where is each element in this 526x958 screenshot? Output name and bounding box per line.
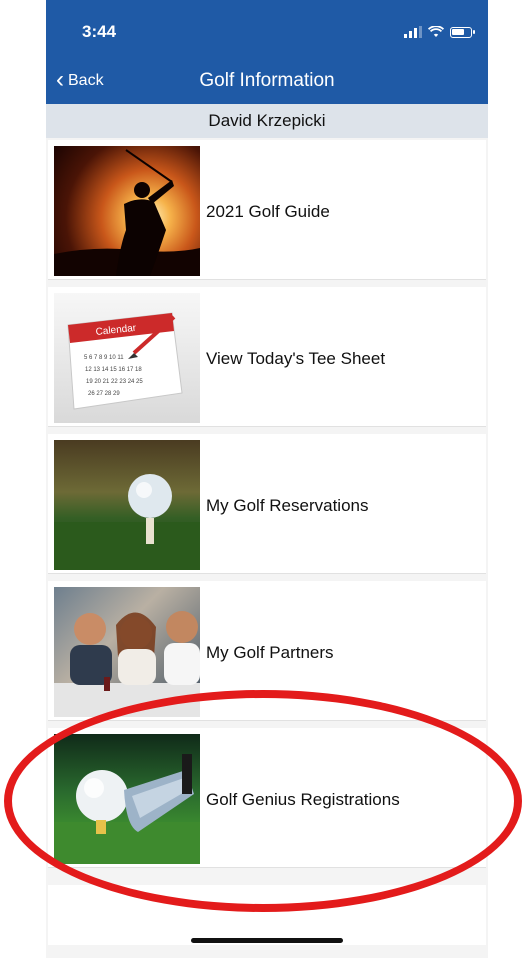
svg-text:12 13 14 15 16 17 18: 12 13 14 15 16 17 18 [85,367,142,373]
menu-item-golf-guide[interactable]: 2021 Golf Guide [48,140,486,280]
menu-item-golf-partners[interactable]: My Golf Partners [48,581,486,721]
svg-text:26 27 28 29: 26 27 28 29 [88,391,120,397]
menu-item-label: My Golf Partners [206,643,334,662]
phone-screen: 3:44 ‹ Back Golf Information David Krzep… [46,0,488,958]
member-name-bar: David Krzepicki [46,104,488,138]
menu-item-label: View Today's Tee Sheet [206,349,386,368]
menu-item-label: 2021 Golf Guide [206,202,330,221]
menu-item-tee-sheet[interactable]: Calendar 5 6 7 8 9 10 11 12 13 14 15 16 … [48,287,486,427]
battery-icon [450,26,475,38]
svg-text:19 20 21 22 23 24 25: 19 20 21 22 23 24 25 [86,379,143,385]
top-bar: 3:44 ‹ Back Golf Information [46,0,488,104]
menu-item-label: Golf Genius Registrations [206,790,400,809]
menu-item-label: My Golf Reservations [206,496,369,515]
golf-club-and-ball-thumbnail [54,734,200,864]
wifi-icon [428,26,444,37]
golfer-silhouette-thumbnail [54,146,200,276]
svg-text:5 6 7 8 9 10 11: 5 6 7 8 9 10 11 [84,355,124,361]
empty-list-area [48,885,486,945]
status-time: 3:44 [82,22,117,41]
friends-at-table-thumbnail [54,587,200,717]
calendar-thumbnail: Calendar 5 6 7 8 9 10 11 12 13 14 15 16 … [54,293,200,423]
menu-item-golf-genius-registrations[interactable]: Golf Genius Registrations [48,728,486,868]
status-icons [404,24,475,40]
golf-ball-on-tee-thumbnail [54,440,200,570]
menu-item-golf-reservations[interactable]: My Golf Reservations [48,434,486,574]
member-name: David Krzepicki [208,111,326,130]
page-title: Golf Information [199,70,335,91]
signal-icon [404,26,422,38]
home-indicator[interactable] [191,938,343,943]
